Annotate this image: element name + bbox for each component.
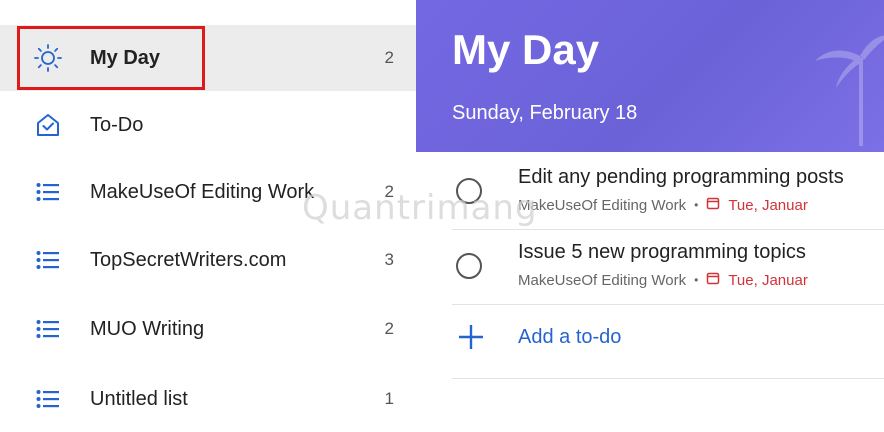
task-list-name: MakeUseOf Editing Work <box>518 271 687 289</box>
task-row[interactable]: Issue 5 new programming topics MakeUseOf… <box>416 231 884 303</box>
sidebar-item-to-do[interactable]: To-Do <box>0 92 416 158</box>
task-title: Issue 5 new programming topics <box>518 241 806 263</box>
task-divider <box>452 304 884 305</box>
sidebar-item-topsecretwriters[interactable]: TopSecretWriters.com 3 <box>0 227 416 293</box>
task-divider <box>452 229 884 230</box>
sidebar: My Day 2 To-Do MakeUseOf Editing Work 2 … <box>0 0 416 416</box>
sun-icon <box>30 40 66 76</box>
page-title: My Day <box>452 26 600 73</box>
task-due-date: Tue, Januar <box>728 196 808 214</box>
task-due-date: Tue, Januar <box>728 271 808 289</box>
task-row[interactable]: Edit any pending programming posts MakeU… <box>416 156 884 228</box>
home-icon <box>30 107 66 143</box>
page-date: Sunday, February 18 <box>452 102 638 124</box>
separator-dot: • <box>694 273 699 287</box>
complete-checkbox[interactable] <box>456 253 482 279</box>
sidebar-item-label: TopSecretWriters.com <box>90 248 287 271</box>
plus-icon <box>459 325 483 349</box>
separator-dot: • <box>694 198 699 212</box>
main-pane: My Day Sunday, February 18 Edit any pend… <box>416 0 884 416</box>
task-meta: MakeUseOf Editing Work • Tue, Januar <box>518 196 808 214</box>
calendar-icon <box>706 196 720 214</box>
add-todo-row[interactable]: Add a to-do <box>416 308 884 368</box>
add-todo-input[interactable]: Add a to-do <box>518 326 621 349</box>
sidebar-item-untitled-list[interactable]: Untitled list 1 <box>0 366 416 432</box>
task-title: Edit any pending programming posts <box>518 166 844 188</box>
calendar-icon <box>706 271 720 289</box>
palm-tree-icon <box>815 35 884 146</box>
list-icon <box>30 311 66 347</box>
list-icon <box>30 242 66 278</box>
sidebar-item-count: 2 <box>384 319 394 338</box>
sidebar-item-label: To-Do <box>90 113 144 136</box>
complete-checkbox[interactable] <box>456 178 482 204</box>
task-list-name: MakeUseOf Editing Work <box>518 196 687 214</box>
list-icon <box>30 381 66 417</box>
sidebar-item-count: 2 <box>384 182 394 201</box>
sidebar-item-count: 3 <box>384 250 394 269</box>
sidebar-item-my-day[interactable]: My Day 2 <box>0 25 416 91</box>
sidebar-item-count: 1 <box>384 389 394 408</box>
list-icon <box>30 174 66 210</box>
sidebar-item-count: 2 <box>384 48 394 67</box>
task-meta: MakeUseOf Editing Work • Tue, Januar <box>518 271 808 289</box>
my-day-header: My Day Sunday, February 18 <box>416 0 884 152</box>
sidebar-item-label: MakeUseOf Editing Work <box>90 180 315 203</box>
sidebar-item-makeuseof-editing-work[interactable]: MakeUseOf Editing Work 2 <box>0 159 416 225</box>
sidebar-item-label: Untitled list <box>90 387 188 410</box>
sidebar-item-label: My Day <box>90 46 161 69</box>
sidebar-item-muo-writing[interactable]: MUO Writing 2 <box>0 296 416 362</box>
sidebar-item-label: MUO Writing <box>90 317 205 340</box>
add-divider <box>452 378 884 379</box>
